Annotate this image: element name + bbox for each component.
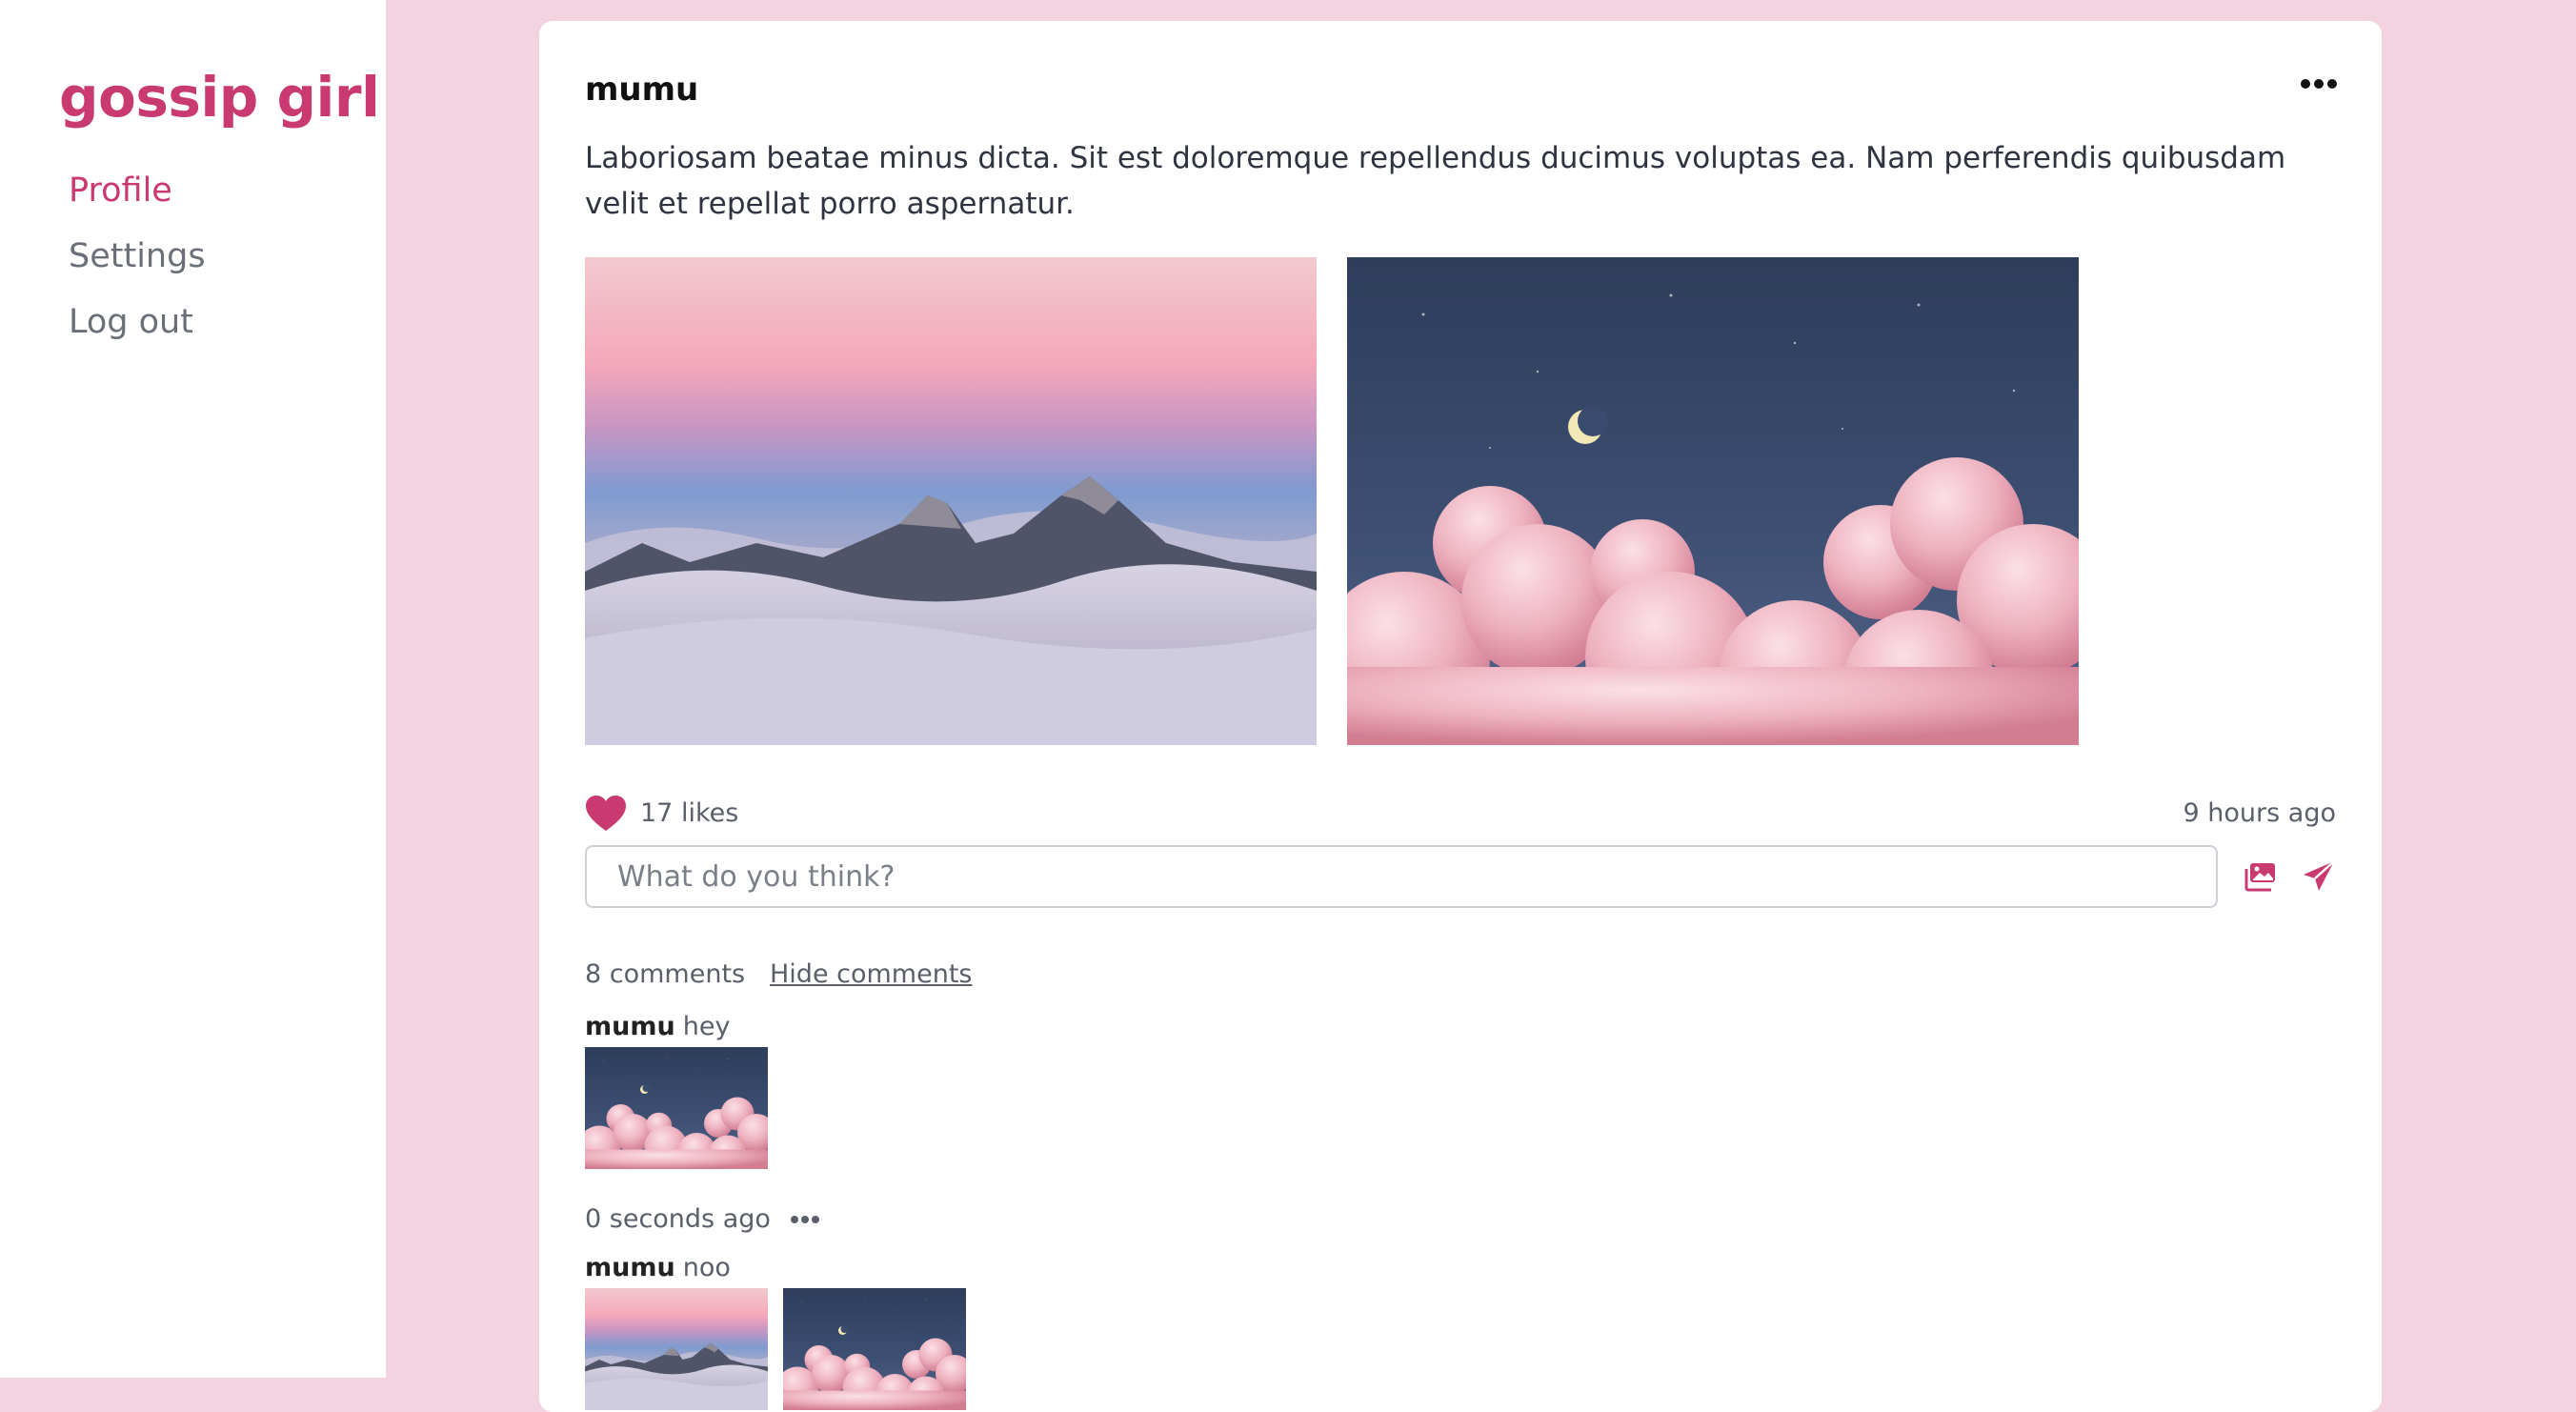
- comment-item: mumu noo: [585, 1253, 731, 1282]
- hide-comments-link[interactable]: Hide comments: [770, 959, 972, 989]
- post-body-text: Laboriosam beatae minus dicta. Sit est d…: [585, 141, 2286, 221]
- comment-author[interactable]: mumu: [585, 1012, 675, 1041]
- comment-input[interactable]: [585, 845, 2218, 908]
- comment-image[interactable]: [585, 1047, 768, 1169]
- comment-text: hey: [682, 1012, 731, 1041]
- image-upload-icon[interactable]: [2244, 861, 2277, 892]
- comment-image[interactable]: [585, 1288, 768, 1410]
- comment-author[interactable]: mumu: [585, 1253, 675, 1282]
- post-timestamp: 9 hours ago: [2183, 798, 2336, 828]
- post-image-mountain[interactable]: [585, 257, 1317, 745]
- comments-count: 8 comments: [585, 959, 746, 989]
- sidebar: gossip girl Profile Settings Log out: [0, 0, 386, 1378]
- post-image-moon-clouds[interactable]: [1347, 257, 2079, 745]
- comment-timestamp: 0 seconds ago: [585, 1204, 771, 1234]
- more-options-icon[interactable]: [2300, 76, 2338, 91]
- brand-logo[interactable]: gossip girl: [59, 59, 386, 135]
- comment-item: mumu hey: [585, 1012, 730, 1041]
- comment-image[interactable]: [783, 1288, 966, 1410]
- heart-icon[interactable]: [585, 795, 627, 833]
- sidebar-item-profile[interactable]: Profile: [69, 158, 386, 224]
- comment-text: noo: [682, 1253, 731, 1282]
- sidebar-item-log-out[interactable]: Log out: [69, 290, 386, 355]
- likes-row: 17 likes 9 hours ago: [585, 793, 2336, 837]
- send-icon[interactable]: [2302, 859, 2336, 894]
- post-author[interactable]: mumu: [585, 71, 698, 109]
- comment-more-options-icon[interactable]: [791, 1214, 819, 1225]
- sidebar-item-settings[interactable]: Settings: [69, 224, 386, 290]
- post-card: mumu Laboriosam beatae minus dicta. Sit …: [539, 21, 2382, 1412]
- likes-count: 17 likes: [640, 798, 739, 828]
